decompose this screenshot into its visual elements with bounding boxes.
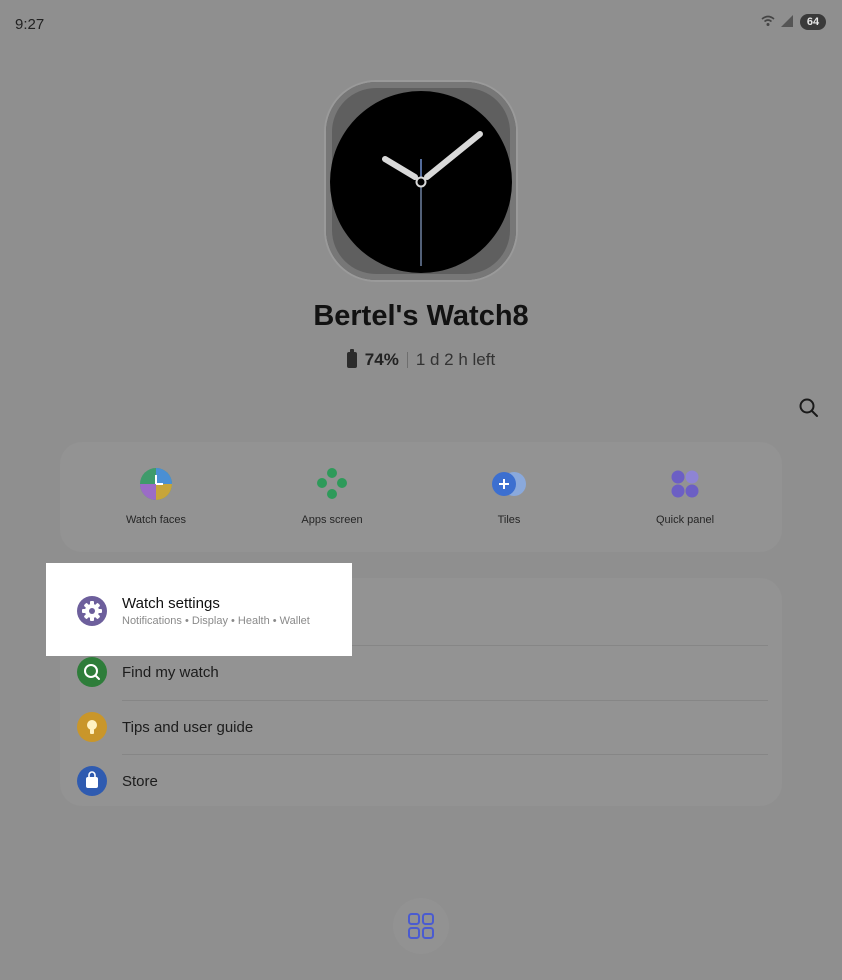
quick-action-watch-faces[interactable]: Watch faces <box>86 466 226 526</box>
watch-battery-status: 74% 1 d 2 h left <box>0 349 842 370</box>
watch-settings-subtitle: Notifications • Display • Health • Walle… <box>122 615 310 627</box>
quick-actions-card: Watch faces Apps screen Tiles Quick pane… <box>60 442 782 552</box>
apps-button[interactable] <box>393 898 449 954</box>
lightbulb-icon <box>77 712 107 742</box>
watch-settings-title: Watch settings <box>122 595 220 612</box>
battery-time-left: 1 d 2 h left <box>415 350 496 369</box>
watch-image <box>326 82 516 280</box>
device-name: Bertel's Watch8 <box>313 300 529 332</box>
quick-action-label: Apps screen <box>301 514 363 526</box>
divider <box>406 352 408 368</box>
apps-grid-icon <box>408 913 434 939</box>
quick-action-quick-panel[interactable]: Quick panel <box>615 466 755 526</box>
tiles-icon <box>491 466 527 502</box>
status-icons: 64 <box>761 14 826 30</box>
menu-item-watch-settings[interactable]: Watch settings Notifications • Display •… <box>46 563 352 656</box>
quick-panel-icon <box>667 466 703 502</box>
wifi-icon <box>761 15 775 30</box>
menu-item-label: Find my watch <box>122 664 219 681</box>
apps-screen-icon <box>314 466 350 502</box>
battery-icon <box>346 349 357 368</box>
menu-item-tips-and-user-guide[interactable]: Tips and user guide <box>60 701 782 755</box>
store-bag-icon <box>77 766 107 796</box>
quick-action-label: Quick panel <box>655 514 715 526</box>
watch-faces-icon <box>138 466 174 502</box>
quick-action-apps-screen[interactable]: Apps screen <box>262 466 402 526</box>
battery-level-badge: 64 <box>800 14 826 30</box>
status-bar: 9:27 64 <box>0 0 842 50</box>
signal-icon <box>781 14 794 30</box>
status-time: 9:27 <box>15 16 45 33</box>
quick-action-tiles[interactable]: Tiles <box>439 466 579 526</box>
watch-face <box>330 91 512 273</box>
find-my-watch-icon <box>77 657 107 687</box>
gear-icon <box>77 596 107 626</box>
menu-item-label: Store <box>122 773 158 790</box>
quick-action-label: Tiles <box>497 514 521 526</box>
menu-item-label: Tips and user guide <box>122 719 254 736</box>
battery-percent: 74% <box>364 350 399 369</box>
quick-action-label: Watch faces <box>125 514 187 526</box>
search-button[interactable] <box>797 396 821 420</box>
search-icon <box>799 398 818 417</box>
menu-item-store[interactable]: Store <box>60 755 782 809</box>
